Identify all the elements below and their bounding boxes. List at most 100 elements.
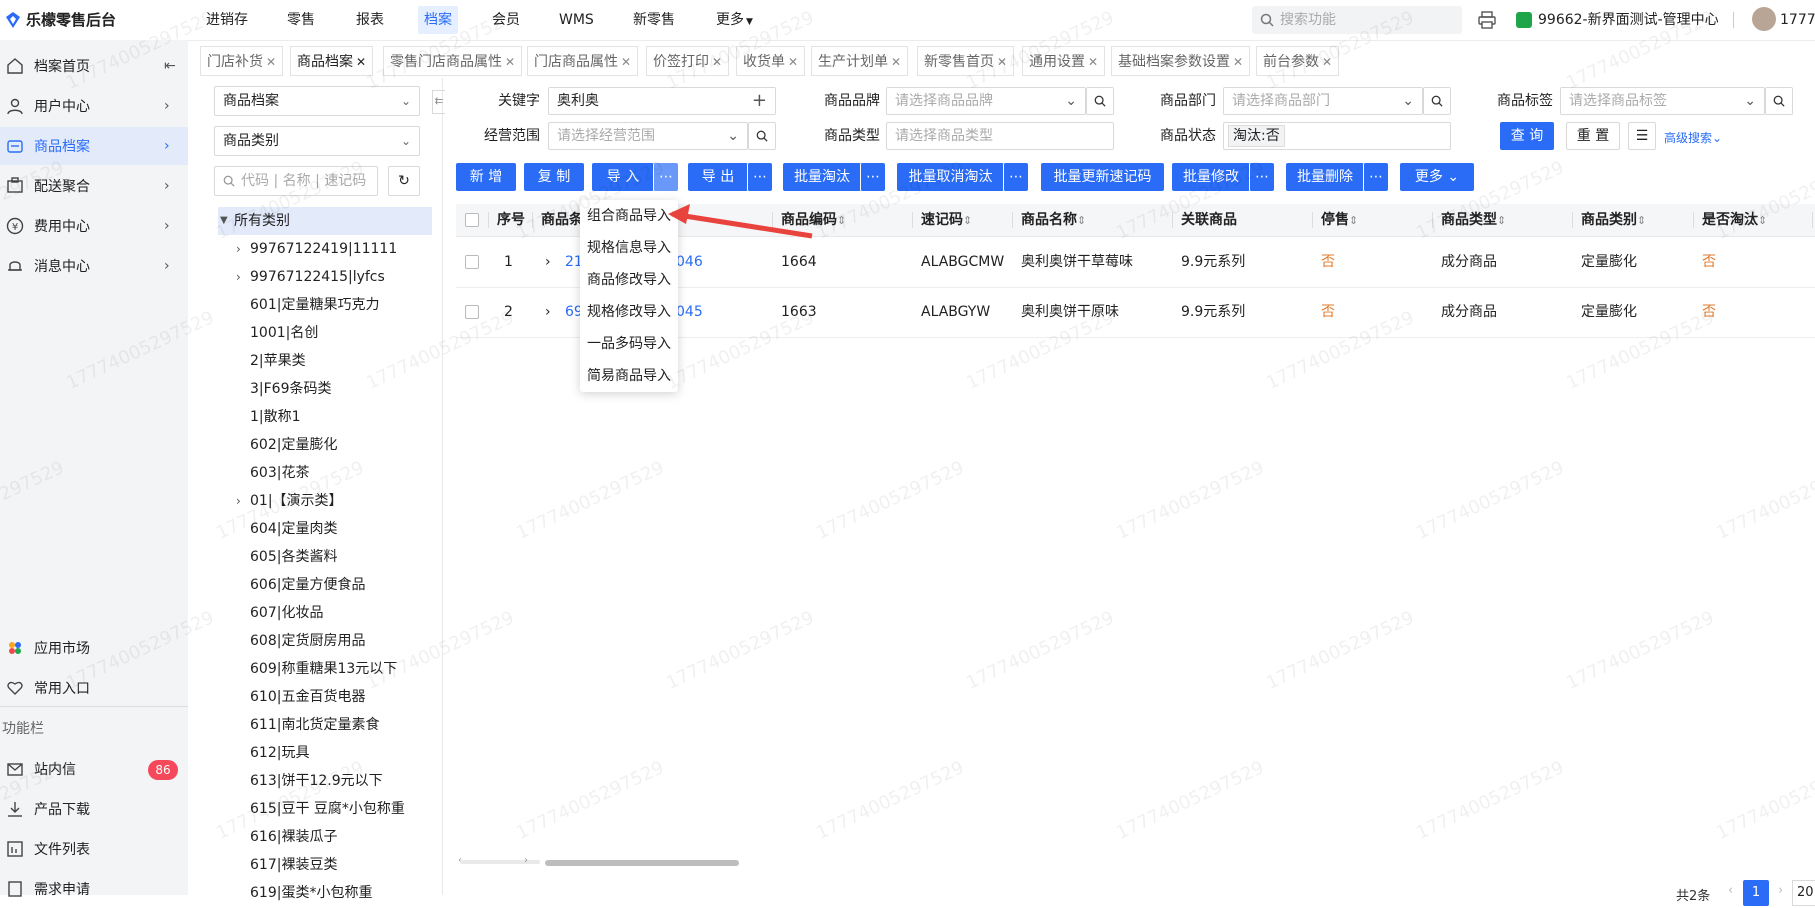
batch-modify-button[interactable]: 批量修改	[1172, 163, 1250, 191]
tab-production-plan[interactable]: 生产计划单 ✕	[811, 46, 909, 76]
tree-node[interactable]: 602|定量膨化	[250, 432, 337, 458]
expand-row-icon[interactable]: ›	[545, 287, 551, 337]
sidebar-item-request[interactable]: 需求申请	[0, 870, 188, 908]
close-icon[interactable]: ✕	[712, 55, 722, 69]
tree-node[interactable]: 619|蛋类*小包称重	[250, 880, 372, 906]
menu-item-multi-code-import[interactable]: 一品多码导入	[580, 328, 678, 360]
tree-node[interactable]: 615|豆干 豆腐*小包称重	[250, 796, 405, 822]
tree-node[interactable]: 610|五金百货电器	[250, 684, 365, 710]
tab-receipt[interactable]: 收货单 ✕	[736, 46, 806, 76]
scope-search-button[interactable]	[748, 122, 776, 150]
keyword-input[interactable]: 奥利奥 +	[548, 87, 776, 115]
sort-icon[interactable]: ⇕	[963, 214, 972, 227]
copy-button[interactable]: 复 制	[524, 163, 584, 191]
nav-more[interactable]: 更多 ▼	[716, 0, 753, 40]
tree-node[interactable]: 612|玩具	[250, 740, 309, 766]
add-button[interactable]: 新 增	[456, 163, 516, 191]
tab-archive-params[interactable]: 基础档案参数设置 ✕	[1111, 46, 1251, 76]
plus-icon[interactable]: +	[752, 88, 767, 114]
tab-product-archive[interactable]: 商品档案 ✕	[290, 46, 374, 76]
sort-icon[interactable]: ⇕	[1077, 214, 1086, 227]
col-name[interactable]: 商品名称⇕	[1021, 204, 1086, 236]
tab-store-replenish[interactable]: 门店补货 ✕	[200, 46, 284, 76]
batch-obsolete-button[interactable]: 批量淘汰	[783, 163, 861, 191]
expand-row-icon[interactable]: ›	[545, 237, 551, 287]
sidebar-item-fees[interactable]: ¥ 费用中心 ›	[0, 207, 188, 245]
close-icon[interactable]: ✕	[266, 55, 276, 69]
printer-icon[interactable]	[1477, 10, 1497, 30]
tree-node[interactable]: › 99767122419|11111	[236, 236, 397, 262]
batch-cancel-obsolete-button[interactable]: 批量取消淘汰	[897, 163, 1004, 191]
tab-front-params[interactable]: 前台参数 ✕	[1256, 46, 1340, 76]
batch-delete-button[interactable]: 批量删除	[1286, 163, 1364, 191]
menu-item-simple-import[interactable]: 简易商品导入	[580, 360, 678, 392]
tab-general-settings[interactable]: 通用设置 ✕	[1022, 46, 1106, 76]
sidebar-item-favorites[interactable]: 常用入口	[0, 669, 188, 707]
col-obsolete[interactable]: 是否淘汰⇕	[1702, 204, 1767, 236]
tree-node[interactable]: › 99767122415|lyfcs	[236, 264, 385, 290]
nav-retail[interactable]: 零售	[287, 0, 315, 40]
close-icon[interactable]: ✕	[1088, 55, 1098, 69]
batch-update-code-button[interactable]: 批量更新速记码	[1041, 163, 1164, 191]
tag-select[interactable]: 请选择商品标签 ⌄	[1560, 87, 1765, 115]
nav-archive[interactable]: 档案	[418, 6, 458, 34]
import-button[interactable]: 导 入	[592, 163, 654, 191]
sidebar-item-archive-home[interactable]: 档案首页 ⇤	[0, 47, 188, 85]
horizontal-scrollbar[interactable]	[545, 860, 739, 866]
category-type-select[interactable]: 商品类别 ⌄	[214, 126, 420, 156]
tree-node[interactable]: 606|定量方便食品	[250, 572, 365, 598]
nav-member[interactable]: 会员	[492, 0, 520, 40]
select-all-checkbox[interactable]	[465, 213, 479, 227]
batch-modify-more-button[interactable]: ⋯	[1249, 163, 1274, 191]
close-icon[interactable]: ✕	[505, 55, 515, 69]
tab-price-label[interactable]: 价签打印 ✕	[646, 46, 730, 76]
nav-wms[interactable]: WMS	[559, 0, 594, 40]
close-icon[interactable]: ✕	[997, 55, 1007, 69]
sidebar-item-file-list[interactable]: 文件列表	[0, 830, 188, 868]
tree-node[interactable]: 609|称重糖果13元以下	[250, 656, 397, 682]
store-switcher[interactable]: 99662-新界面测试-管理中心	[1516, 0, 1719, 40]
sort-icon[interactable]: ⇕	[1349, 214, 1358, 227]
user-name[interactable]: 1777	[1780, 0, 1815, 40]
tree-node[interactable]: 608|定货厨房用品	[250, 628, 365, 654]
col-category[interactable]: 商品类别⇕	[1581, 204, 1646, 236]
menu-item-spec-modify-import[interactable]: 规格修改导入	[580, 296, 678, 328]
more-button[interactable]: 更多 ⌄	[1400, 163, 1474, 191]
tree-node[interactable]: 613|饼干12.9元以下	[250, 768, 383, 794]
reset-button[interactable]: 重 置	[1566, 122, 1620, 150]
avatar[interactable]	[1752, 7, 1776, 31]
next-page-icon[interactable]: ›	[1778, 883, 1783, 898]
sort-icon[interactable]: ⇕	[1497, 214, 1506, 227]
barcode-cell-tail[interactable]: 046	[676, 237, 703, 287]
tree-node[interactable]: 2|苹果类	[250, 348, 306, 374]
sort-icon[interactable]: ⇕	[1758, 214, 1767, 227]
tree-node[interactable]: 603|花茶	[250, 460, 309, 486]
close-icon[interactable]: ✕	[356, 55, 366, 69]
export-button[interactable]: 导 出	[688, 163, 748, 191]
dept-select[interactable]: 请选择商品部门 ⌄	[1223, 87, 1423, 115]
nav-reports[interactable]: 报表	[356, 0, 384, 40]
import-more-button[interactable]: ⋯	[653, 163, 678, 191]
close-icon[interactable]: ✕	[1322, 55, 1332, 69]
status-select[interactable]: 淘汰:否	[1223, 122, 1451, 150]
advanced-search-link[interactable]: 高级搜索⌄	[1664, 130, 1722, 146]
tree-node[interactable]: 607|化妆品	[250, 600, 323, 626]
sidebar-item-download[interactable]: 产品下载	[0, 790, 188, 828]
tree-node[interactable]: 605|各类酱料	[250, 544, 337, 570]
menu-item-product-modify-import[interactable]: 商品修改导入	[580, 264, 678, 296]
sidebar-item-app-market[interactable]: 应用市场	[0, 629, 188, 667]
tree-node[interactable]: 1|散称1	[250, 404, 301, 430]
query-button[interactable]: 查 询	[1500, 122, 1554, 150]
tab-new-retail-home[interactable]: 新零售首页 ✕	[917, 46, 1015, 76]
function-search[interactable]: 搜索功能	[1252, 6, 1462, 34]
dept-search-button[interactable]	[1423, 87, 1451, 115]
close-icon[interactable]: ✕	[1233, 55, 1243, 69]
tree-node[interactable]: 604|定量肉类	[250, 516, 337, 542]
tree-node[interactable]: 611|南北货定量素食	[250, 712, 379, 738]
batch-obsolete-more-button[interactable]: ⋯	[860, 163, 885, 191]
tree-node[interactable]: 601|定量糖果巧克力	[250, 292, 379, 318]
app-logo[interactable]: 乐檬零售后台	[4, 9, 116, 30]
tab-retail-store-attrs[interactable]: 零售门店商品属性 ✕	[383, 46, 523, 76]
tree-node[interactable]: 617|裸装豆类	[250, 852, 337, 878]
batch-delete-more-button[interactable]: ⋯	[1363, 163, 1388, 191]
